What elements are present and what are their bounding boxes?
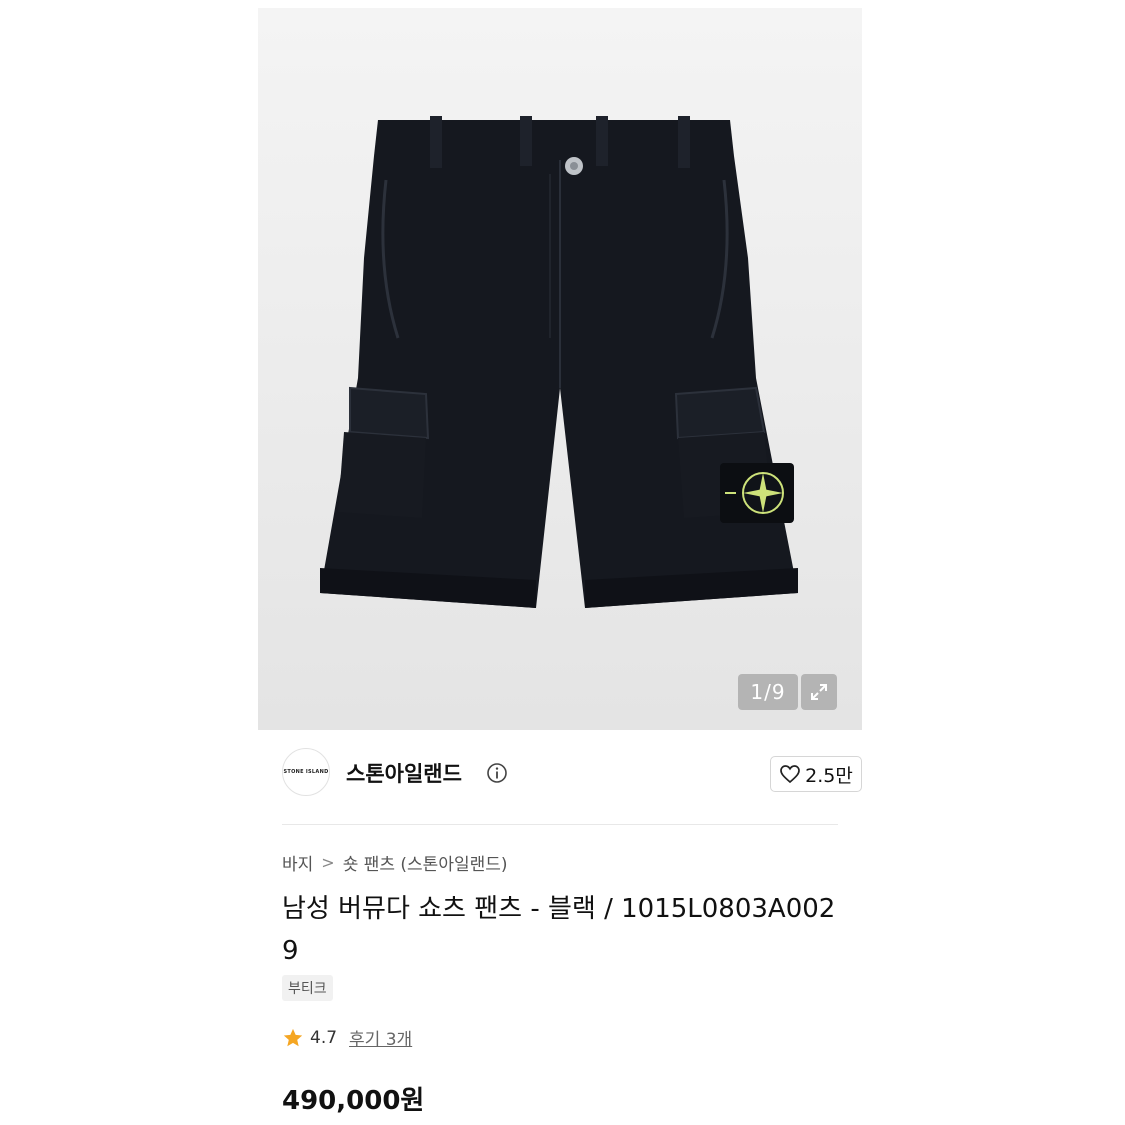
breadcrumb-separator: > [321,853,335,872]
product-title: 남성 버뮤다 쇼츠 팬츠 - 블랙 / 1015L0803A0029 [282,894,836,966]
breadcrumb-item-pants[interactable]: 바지 [282,850,313,875]
divider [282,824,838,825]
rating-value: 4.7 [310,1027,338,1048]
image-counter: 1/9 [738,674,798,710]
expand-button[interactable] [801,674,837,710]
heart-icon [780,765,800,784]
rating-row: 4.7 후기 3개 [282,1025,412,1050]
brand-row: STONE ISLAND 스톤아일랜드 2.5만 [282,748,862,820]
like-button[interactable]: 2.5만 [770,756,862,792]
info-icon[interactable] [486,762,508,784]
breadcrumb: 바지 > 숏 팬츠 (스톤아일랜드) [282,850,508,875]
product-image [320,116,798,608]
brand-logo-text: STONE ISLAND [283,769,329,775]
breadcrumb-item-shorts[interactable]: 숏 팬츠 (스톤아일랜드) [343,850,508,875]
brand-name[interactable]: 스톤아일랜드 [346,758,462,788]
expand-icon [811,684,827,700]
price: 490,000원 [282,1086,425,1116]
brand-logo[interactable]: STONE ISLAND [282,748,330,796]
product-card: 1/9 STONE ISLAND 스톤아일랜드 2.5만 바지 > 숏 팬츠 (… [258,8,862,1118]
review-link[interactable]: 후기 3개 [349,1025,412,1050]
boutique-tag: 부티크 [282,975,333,1001]
star-icon [283,1028,303,1046]
product-image-gallery[interactable]: 1/9 [258,8,862,730]
like-count: 2.5만 [805,764,853,787]
